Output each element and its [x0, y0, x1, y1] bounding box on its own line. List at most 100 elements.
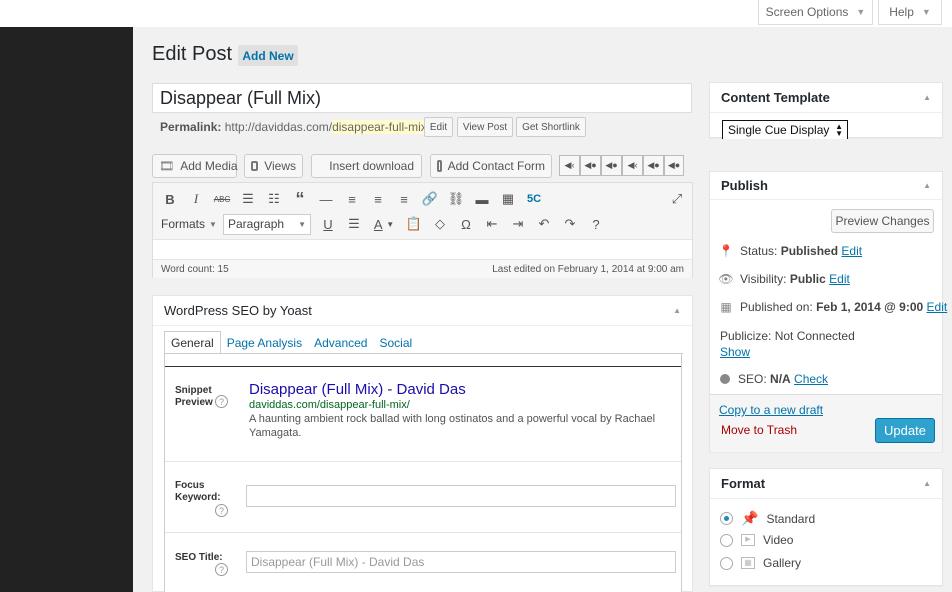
published-on-row: ▦ Published on: Feb 1, 2014 @ 9:00 Edit [720, 300, 947, 314]
help-icon[interactable]: ? [215, 395, 228, 408]
format-option-gallery[interactable]: ▦ Gallery [720, 556, 801, 570]
format-option-standard[interactable]: 📌 Standard [720, 510, 815, 527]
views-button[interactable]: Views [244, 154, 303, 178]
tab-page-analysis[interactable]: Page Analysis [221, 331, 308, 354]
tab-general[interactable]: General [164, 331, 221, 354]
visibility-edit-link[interactable]: Edit [829, 272, 850, 286]
help-icon[interactable]: ? [583, 213, 609, 235]
post-title-input[interactable]: Disappear (Full Mix) [152, 83, 692, 113]
add-new-button[interactable]: Add New [238, 45, 298, 66]
blockquote-icon[interactable]: “ [287, 188, 313, 210]
help-button[interactable]: Help ▼ [878, 0, 942, 25]
add-media-button[interactable]: 🎞 Add Media [152, 154, 238, 178]
focus-keyword-input[interactable] [246, 485, 676, 507]
audio-icon[interactable]: ◀● [664, 155, 684, 176]
help-icon[interactable]: ? [215, 504, 228, 517]
bold-icon[interactable]: B [157, 188, 183, 210]
indent-icon[interactable]: ⇥ [505, 213, 531, 235]
clear-formatting-icon[interactable]: ◇ [427, 213, 453, 235]
add-contact-form-button[interactable]: Add Contact Form [430, 154, 552, 178]
redo-icon[interactable]: ↷ [557, 213, 583, 235]
format-option-video[interactable]: ▶ Video [720, 533, 793, 547]
content-template-header[interactable]: Content Template ▲ [710, 83, 942, 113]
seo-title-input[interactable]: Disappear (Full Mix) - David Das [246, 551, 676, 573]
radio-button[interactable] [720, 556, 733, 570]
content-template-select[interactable]: Single Cue Display ▲ ▼ [722, 120, 848, 139]
unlink-icon[interactable]: ⛓ [443, 188, 469, 210]
seo-metabox-header[interactable]: WordPress SEO by Yoast ▲ [153, 296, 692, 326]
format-box: Format ▲ 📌 Standard ▶ Video ▦ Gallery [709, 468, 943, 586]
align-center-icon[interactable]: ≡ [365, 188, 391, 210]
move-to-trash-link[interactable]: Move to Trash [721, 423, 797, 437]
views-label: Views [264, 159, 296, 173]
publish-actions: Copy to a new draft Move to Trash Update [710, 394, 942, 452]
audio-icon[interactable]: ◀‹ [559, 155, 580, 176]
read-more-icon[interactable]: ▬ [469, 188, 495, 210]
audio-icon[interactable]: ◀● [580, 155, 601, 176]
strikethrough-icon[interactable]: ABC [209, 188, 235, 210]
screen-options-label: Screen Options [765, 5, 849, 19]
publicize-show-link[interactable]: Show [720, 345, 855, 359]
tab-social[interactable]: Social [373, 331, 418, 354]
collapse-icon[interactable]: ▲ [673, 306, 681, 315]
horizontal-rule-icon[interactable]: — [313, 188, 339, 210]
audio-icon[interactable]: ◀‹ [622, 155, 643, 176]
radio-button[interactable] [720, 533, 733, 547]
keyboard-icon[interactable]: ▦ [495, 188, 521, 210]
format-header[interactable]: Format ▲ [710, 469, 942, 499]
status-label: Status: [740, 244, 778, 258]
tab-advanced[interactable]: Advanced [308, 331, 373, 354]
add-media-label: Add Media [180, 159, 238, 173]
justify-icon[interactable]: ☰ [341, 213, 367, 235]
undo-icon[interactable]: ↶ [531, 213, 557, 235]
chevron-down-icon: ▼ [921, 7, 931, 17]
fullscreen-icon[interactable]: ⤢ [664, 188, 690, 210]
align-right-icon[interactable]: ≡ [391, 188, 417, 210]
permalink-label: Permalink: [160, 120, 222, 134]
audio-icon[interactable]: ◀● [601, 155, 622, 176]
link-icon[interactable]: 🔗 [417, 188, 443, 210]
editor-content-area[interactable] [153, 239, 692, 259]
status-edit-link[interactable]: Edit [841, 244, 862, 258]
add-contact-form-label: Add Contact Form [447, 159, 545, 173]
editor-toolbar-row-1: B I ABC ☰ ☷ “ — ≡ ≡ ≡ 🔗 ⛓ ▬ ▦ 5C ⤢ [157, 186, 696, 212]
radio-button[interactable] [720, 512, 733, 525]
update-button[interactable]: Update [875, 418, 935, 443]
seo-check-link[interactable]: Check [794, 372, 828, 386]
format-title: Format [721, 476, 766, 491]
collapse-icon[interactable]: ▲ [923, 181, 931, 190]
copy-draft-link[interactable]: Copy to a new draft [719, 403, 823, 417]
status-value: Published [780, 244, 839, 258]
preview-changes-button[interactable]: Preview Changes [831, 209, 934, 233]
help-icon[interactable]: ? [215, 563, 228, 576]
content-template-title: Content Template [721, 90, 830, 105]
audio-icon[interactable]: ◀● [643, 155, 664, 176]
edit-permalink-button[interactable]: Edit [424, 117, 453, 137]
screen-options-button[interactable]: Screen Options ▼ [758, 0, 873, 25]
collapse-icon[interactable]: ▲ [923, 93, 931, 102]
align-left-icon[interactable]: ≡ [339, 188, 365, 210]
seo-metabox-title: WordPress SEO by Yoast [164, 303, 312, 318]
paste-text-icon[interactable]: 📋 [401, 213, 427, 235]
insert-download-button[interactable]: Insert download [311, 154, 422, 178]
permalink-base: http://daviddas.com/ [224, 120, 333, 134]
visibility-row: 👁 Visibility: Public Edit [718, 272, 850, 286]
get-shortlink-button[interactable]: Get Shortlink [516, 117, 586, 137]
published-edit-link[interactable]: Edit [927, 300, 948, 314]
outdent-icon[interactable]: ⇤ [479, 213, 505, 235]
bullet-list-icon[interactable]: ☰ [235, 188, 261, 210]
view-post-button[interactable]: View Post [457, 117, 513, 137]
published-value: Feb 1, 2014 @ 9:00 [816, 300, 924, 314]
collapse-icon[interactable]: ▲ [923, 479, 931, 488]
underline-icon[interactable]: U [315, 213, 341, 235]
text-color-icon[interactable]: A ▼ [367, 213, 401, 235]
numbered-list-icon[interactable]: ☷ [261, 188, 287, 210]
permalink-slug[interactable]: disappear-full-mix [332, 120, 427, 134]
publish-header[interactable]: Publish ▲ [710, 172, 942, 200]
paragraph-select[interactable]: Paragraph ▼ [223, 213, 311, 235]
editor-toolbar-row-2: Formats ▼ Paragraph ▼ U ☰ A ▼ 📋 ◇ Ω ⇤ ⇥ … [161, 211, 700, 237]
formats-dropdown[interactable]: Formats ▼ [161, 217, 223, 231]
italic-icon[interactable]: I [183, 188, 209, 210]
shortcode-icon[interactable]: 5C [521, 188, 547, 210]
special-character-icon[interactable]: Ω [453, 213, 479, 235]
